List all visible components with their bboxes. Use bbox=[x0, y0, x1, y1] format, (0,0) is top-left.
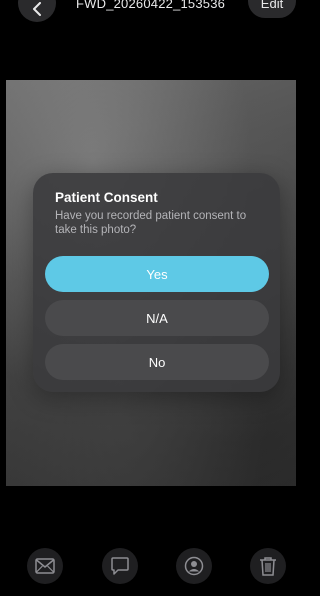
mail-icon bbox=[35, 558, 55, 574]
na-button[interactable]: N/A bbox=[45, 300, 269, 336]
edit-button[interactable]: Edit bbox=[248, 0, 296, 18]
delete-button[interactable] bbox=[250, 548, 286, 584]
comment-icon bbox=[111, 557, 129, 575]
mail-button[interactable] bbox=[27, 548, 63, 584]
person-icon bbox=[184, 556, 204, 576]
yes-button[interactable]: Yes bbox=[45, 256, 269, 292]
dialog-title: Patient Consent bbox=[55, 190, 158, 205]
bottom-toolbar bbox=[0, 540, 302, 590]
comment-button[interactable] bbox=[102, 548, 138, 584]
photo-title: FWD_20260422_153536 bbox=[76, 0, 226, 11]
chevron-left-icon bbox=[33, 2, 41, 16]
top-bar: FWD_20260422_153536 Edit bbox=[0, 0, 302, 26]
consent-dialog: Patient Consent Have you recorded patien… bbox=[33, 173, 280, 392]
no-button[interactable]: No bbox=[45, 344, 269, 380]
back-button[interactable] bbox=[18, 0, 56, 22]
person-button[interactable] bbox=[176, 548, 212, 584]
dialog-message: Have you recorded patient consent to tak… bbox=[55, 210, 247, 236]
trash-icon bbox=[260, 557, 276, 576]
